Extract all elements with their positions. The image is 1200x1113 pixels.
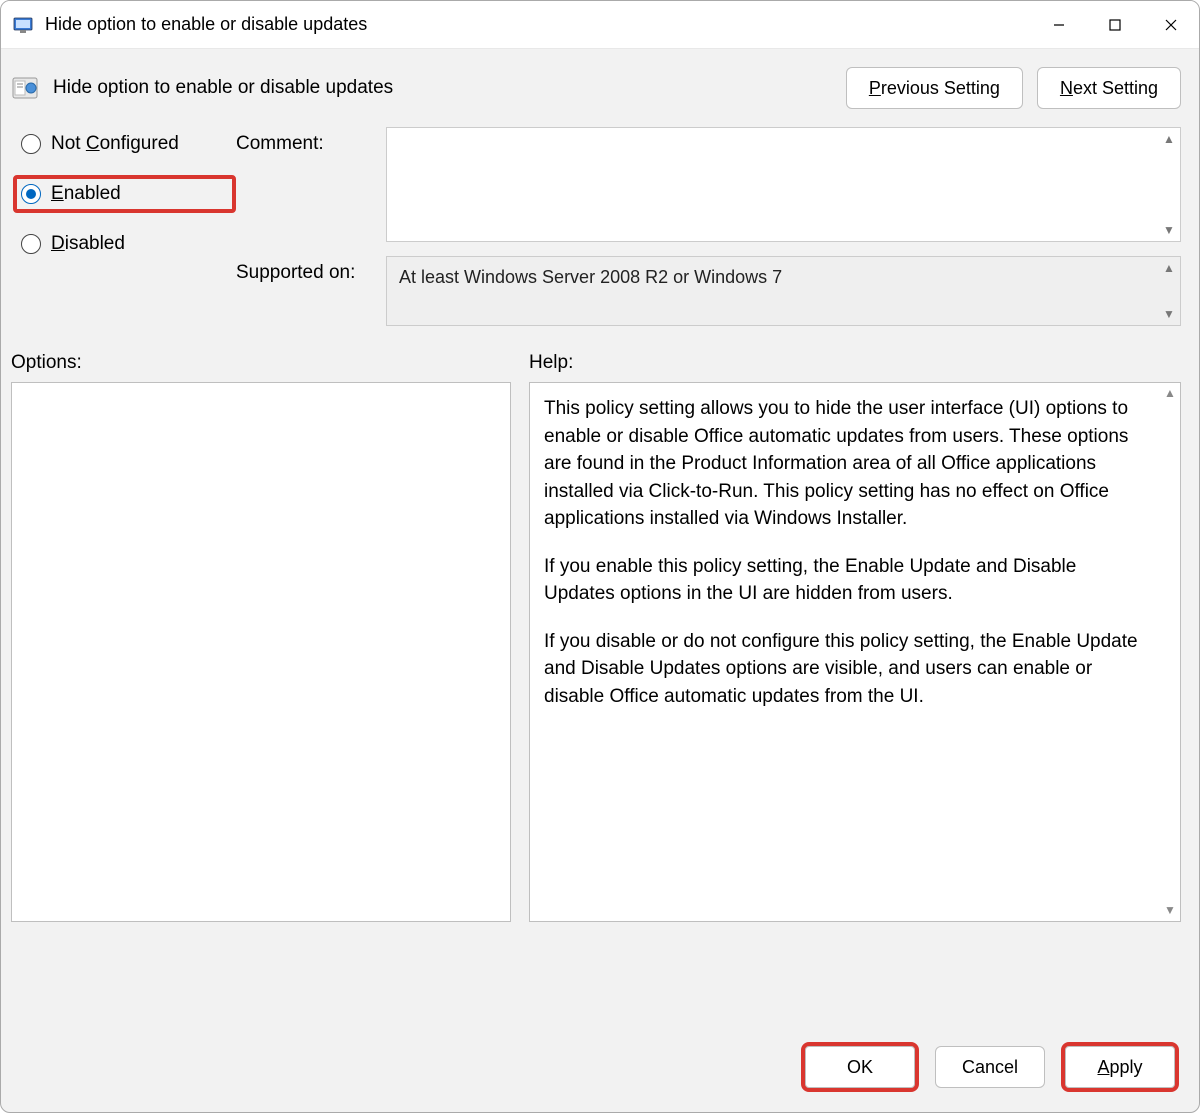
supported-on-label: Supported on: (236, 256, 386, 284)
help-panel: This policy setting allows you to hide t… (529, 382, 1181, 922)
radio-not-configured[interactable]: Not Configured (21, 133, 236, 155)
radio-not-configured-label: Not Configured (51, 133, 179, 155)
apply-button[interactable]: Apply (1065, 1046, 1175, 1088)
options-label: Options: (11, 352, 511, 374)
minimize-button[interactable] (1031, 5, 1087, 45)
titlebar: Hide option to enable or disable updates (1, 1, 1199, 49)
scroll-up-icon[interactable]: ▲ (1160, 259, 1178, 277)
next-setting-button[interactable]: Next Setting (1037, 67, 1181, 109)
comment-textarea[interactable]: ▲ ▼ (386, 127, 1181, 242)
maximize-button[interactable] (1087, 5, 1143, 45)
upper-grid: Not Configured Enabled Disabled Comment:… (1, 127, 1199, 334)
window-title: Hide option to enable or disable updates (45, 14, 1031, 35)
scroll-down-icon[interactable]: ▼ (1160, 305, 1178, 323)
help-paragraph: If you enable this policy setting, the E… (544, 553, 1150, 608)
policy-header: Hide option to enable or disable updates… (1, 49, 1199, 127)
previous-setting-button[interactable]: Previous Setting (846, 67, 1023, 109)
close-button[interactable] (1143, 5, 1199, 45)
radio-disabled[interactable]: Disabled (21, 233, 236, 255)
state-radio-group: Not Configured Enabled Disabled (21, 127, 236, 255)
help-label: Help: (529, 352, 1181, 374)
scroll-down-icon[interactable]: ▼ (1164, 902, 1176, 919)
scroll-down-icon[interactable]: ▼ (1160, 221, 1178, 239)
radio-circle-icon (21, 184, 41, 204)
help-paragraph: This policy setting allows you to hide t… (544, 395, 1150, 533)
policy-icon (11, 74, 39, 102)
radio-disabled-label: Disabled (51, 233, 125, 255)
scroll-up-icon[interactable]: ▲ (1164, 385, 1176, 402)
radio-enabled-label: Enabled (51, 183, 121, 205)
policy-title: Hide option to enable or disable updates (53, 77, 832, 99)
options-panel (11, 382, 511, 922)
supported-on-field: At least Windows Server 2008 R2 or Windo… (386, 256, 1181, 326)
supported-on-value: At least Windows Server 2008 R2 or Windo… (399, 267, 782, 287)
ok-button[interactable]: OK (805, 1046, 915, 1088)
dialog-footer: OK Cancel Apply (1, 1018, 1199, 1112)
help-scrollbar[interactable]: ▲ ▼ (1160, 383, 1180, 921)
comment-label: Comment: (236, 127, 386, 155)
radio-enabled[interactable]: Enabled (13, 175, 236, 213)
help-paragraph: If you disable or do not configure this … (544, 628, 1150, 711)
panels-row: This policy setting allows you to hide t… (1, 382, 1199, 1018)
app-icon (11, 13, 35, 37)
radio-circle-icon (21, 134, 41, 154)
cancel-button[interactable]: Cancel (935, 1046, 1045, 1088)
scroll-up-icon[interactable]: ▲ (1160, 130, 1178, 148)
group-policy-dialog: Hide option to enable or disable updates… (0, 0, 1200, 1113)
section-labels-row: Options: Help: (1, 334, 1199, 382)
radio-circle-icon (21, 234, 41, 254)
